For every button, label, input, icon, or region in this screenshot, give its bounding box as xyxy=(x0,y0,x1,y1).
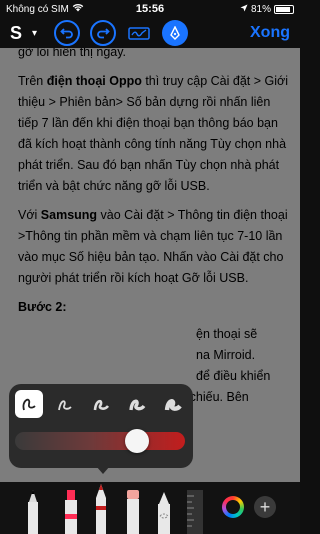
pen-style-5[interactable] xyxy=(159,390,187,418)
pen-tip-icon xyxy=(170,26,180,40)
pen-style-3[interactable] xyxy=(87,390,115,418)
paragraph-samsung: Với Samsung vào Cài đặt > Thông tin điện… xyxy=(18,205,290,289)
samsung-bold: Samsung xyxy=(40,208,98,222)
pen-style-2[interactable] xyxy=(51,390,79,418)
oppo-pre: Trên xyxy=(18,74,47,88)
undo-button[interactable] xyxy=(54,20,80,46)
tool-tray: + xyxy=(0,482,300,534)
status-bar: Không có SIM 15:56 81% xyxy=(0,0,300,18)
done-button[interactable]: Xong xyxy=(250,24,290,42)
pen-style-1[interactable] xyxy=(15,390,43,418)
undo-icon xyxy=(60,28,73,39)
step2-line1: ện thoại sẽ xyxy=(196,327,258,341)
oppo-post: thì truy cập Cài đặt > Giới thiệu > Phiê… xyxy=(18,74,288,193)
pen-style-4[interactable] xyxy=(123,390,151,418)
slider-knob[interactable] xyxy=(125,429,149,453)
pen-tool[interactable] xyxy=(26,488,40,534)
pen-style-popup xyxy=(9,384,193,468)
lasso-tool[interactable] xyxy=(156,490,172,534)
text-partial-top: gỡ lỗi hiển thị ngay. xyxy=(18,48,127,59)
ruler-tool[interactable] xyxy=(186,488,204,534)
opacity-slider[interactable] xyxy=(15,429,185,453)
eraser-tool[interactable] xyxy=(126,488,140,534)
clock: 15:56 xyxy=(135,3,165,15)
samsung-pre: Với xyxy=(18,208,41,222)
redo-icon xyxy=(97,28,110,39)
chevron-down-icon[interactable]: ▾ xyxy=(32,28,42,39)
add-button[interactable]: + xyxy=(254,496,276,518)
paragraph-oppo: Trên điện thoại Oppo thì truy cập Cài đặ… xyxy=(18,71,290,197)
pencil-tool[interactable] xyxy=(94,484,108,534)
title-initial: S xyxy=(10,22,23,43)
signature-button[interactable] xyxy=(126,20,152,46)
step2-line2: na Mirroid. xyxy=(196,348,256,362)
redo-button[interactable] xyxy=(90,20,116,46)
markup-pen-button[interactable] xyxy=(162,20,188,46)
marker-tool[interactable] xyxy=(64,488,78,534)
color-picker-button[interactable] xyxy=(222,496,244,518)
markup-toolbar: S ▾ Xong xyxy=(0,18,300,48)
step2-heading: Bước 2: xyxy=(18,300,67,314)
popup-pointer xyxy=(96,466,110,474)
oppo-bold: điện thoại Oppo xyxy=(46,74,142,88)
signature-icon xyxy=(128,27,150,40)
battery-icon xyxy=(274,4,294,14)
